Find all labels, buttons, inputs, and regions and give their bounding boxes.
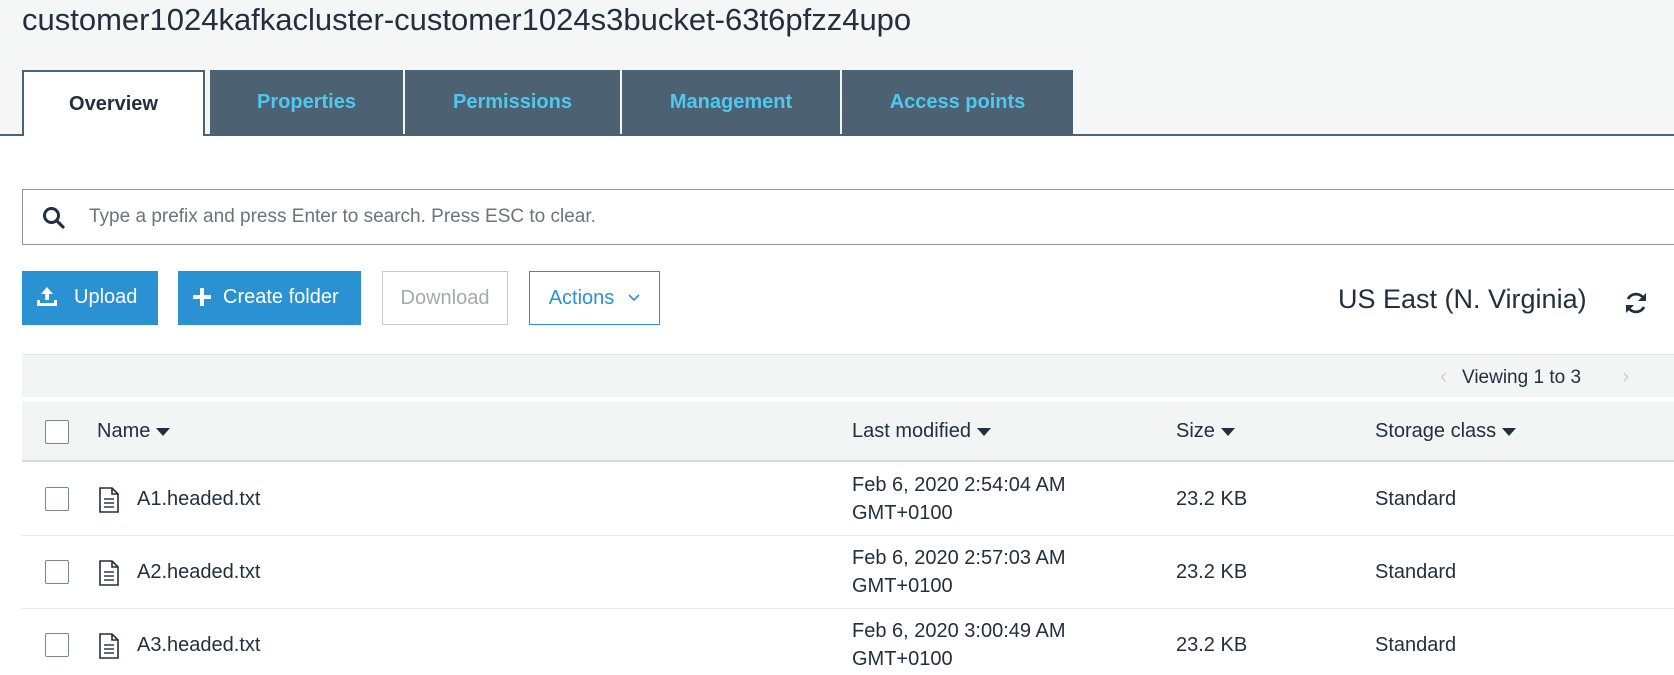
tabs-divider bbox=[0, 134, 1674, 136]
size-cell: 23.2 KB bbox=[1176, 634, 1248, 656]
column-last-modified-label: Last modified bbox=[852, 420, 971, 442]
file-name-link[interactable]: A3.headed.txt bbox=[137, 634, 260, 657]
last-modified-timezone: GMT+0100 bbox=[852, 648, 953, 670]
storage-class-cell: Standard bbox=[1375, 634, 1457, 656]
last-modified-cell: Feb 6, 2020 3:00:49 AM GMT+0100 bbox=[852, 617, 1066, 673]
table-row[interactable]: A3.headed.txt Feb 6, 2020 3:00:49 AM GMT… bbox=[22, 609, 1674, 675]
pagination-text: Viewing 1 to 3 bbox=[1462, 367, 1582, 388]
actions-label: Actions bbox=[548, 286, 615, 309]
column-header-last-modified[interactable]: Last modified bbox=[852, 420, 991, 443]
create-folder-button[interactable]: Create folder bbox=[178, 271, 361, 325]
pager-prev-icon[interactable]: ‹ bbox=[1440, 363, 1447, 389]
tab-permissions[interactable]: Permissions bbox=[405, 70, 620, 134]
create-folder-label: Create folder bbox=[223, 286, 339, 308]
last-modified-date: Feb 6, 2020 2:57:03 AM bbox=[852, 547, 1066, 569]
plus-icon bbox=[193, 288, 211, 306]
row-checkbox[interactable] bbox=[45, 633, 69, 657]
table-row[interactable]: A2.headed.txt Feb 6, 2020 2:57:03 AM GMT… bbox=[22, 536, 1674, 609]
search-input[interactable] bbox=[89, 190, 1589, 243]
upload-button[interactable]: Upload bbox=[22, 271, 158, 325]
column-storage-class-label: Storage class bbox=[1375, 420, 1497, 442]
refresh-icon[interactable] bbox=[1623, 290, 1649, 316]
sort-caret-icon bbox=[1502, 427, 1517, 436]
storage-class-cell: Standard bbox=[1375, 561, 1457, 583]
row-checkbox[interactable] bbox=[45, 487, 69, 511]
region-label: US East (N. Virginia) bbox=[1338, 284, 1587, 314]
storage-class-cell: Standard bbox=[1375, 488, 1457, 510]
last-modified-date: Feb 6, 2020 3:00:49 AM bbox=[852, 620, 1066, 642]
actions-button[interactable]: Actions bbox=[529, 271, 660, 325]
pager-next-icon[interactable]: › bbox=[1622, 363, 1629, 389]
table-header: Name Last modified Size Storage class bbox=[22, 402, 1674, 462]
table-row[interactable]: A1.headed.txt Feb 6, 2020 2:54:04 AM GMT… bbox=[22, 463, 1674, 536]
tab-access-points[interactable]: Access points bbox=[842, 70, 1073, 134]
sort-caret-icon bbox=[156, 427, 171, 436]
file-name-link[interactable]: A1.headed.txt bbox=[137, 488, 260, 511]
column-name-label: Name bbox=[97, 420, 151, 442]
upload-label: Upload bbox=[74, 286, 138, 308]
column-header-storage-class[interactable]: Storage class bbox=[1375, 420, 1517, 443]
download-button[interactable]: Download bbox=[382, 271, 508, 325]
tab-management[interactable]: Management bbox=[622, 70, 840, 134]
size-cell: 23.2 KB bbox=[1176, 488, 1248, 510]
search-box bbox=[22, 189, 1674, 245]
file-icon bbox=[99, 560, 119, 586]
select-all-checkbox[interactable] bbox=[45, 420, 69, 444]
sort-caret-icon bbox=[1220, 427, 1235, 436]
row-checkbox[interactable] bbox=[45, 560, 69, 584]
column-size-label: Size bbox=[1176, 420, 1215, 442]
bucket-title: customer1024kafkacluster-customer1024s3b… bbox=[22, 2, 912, 37]
column-header-name[interactable]: Name bbox=[97, 420, 171, 443]
file-name-link[interactable]: A2.headed.txt bbox=[137, 561, 260, 584]
sort-caret-icon bbox=[976, 427, 991, 436]
column-header-size[interactable]: Size bbox=[1176, 420, 1235, 443]
last-modified-cell: Feb 6, 2020 2:54:04 AM GMT+0100 bbox=[852, 471, 1066, 527]
file-icon bbox=[99, 633, 119, 659]
last-modified-cell: Feb 6, 2020 2:57:03 AM GMT+0100 bbox=[852, 544, 1066, 600]
last-modified-date: Feb 6, 2020 2:54:04 AM bbox=[852, 474, 1066, 496]
tab-properties[interactable]: Properties bbox=[210, 70, 403, 134]
search-icon bbox=[43, 207, 65, 229]
tab-overview[interactable]: Overview bbox=[22, 70, 205, 136]
chevron-down-icon bbox=[628, 294, 640, 302]
file-icon bbox=[99, 487, 119, 513]
last-modified-timezone: GMT+0100 bbox=[852, 575, 953, 597]
last-modified-timezone: GMT+0100 bbox=[852, 502, 953, 524]
pagination-bar: ‹ Viewing 1 to 3 › bbox=[22, 354, 1674, 397]
size-cell: 23.2 KB bbox=[1176, 561, 1248, 583]
upload-icon bbox=[37, 287, 57, 306]
